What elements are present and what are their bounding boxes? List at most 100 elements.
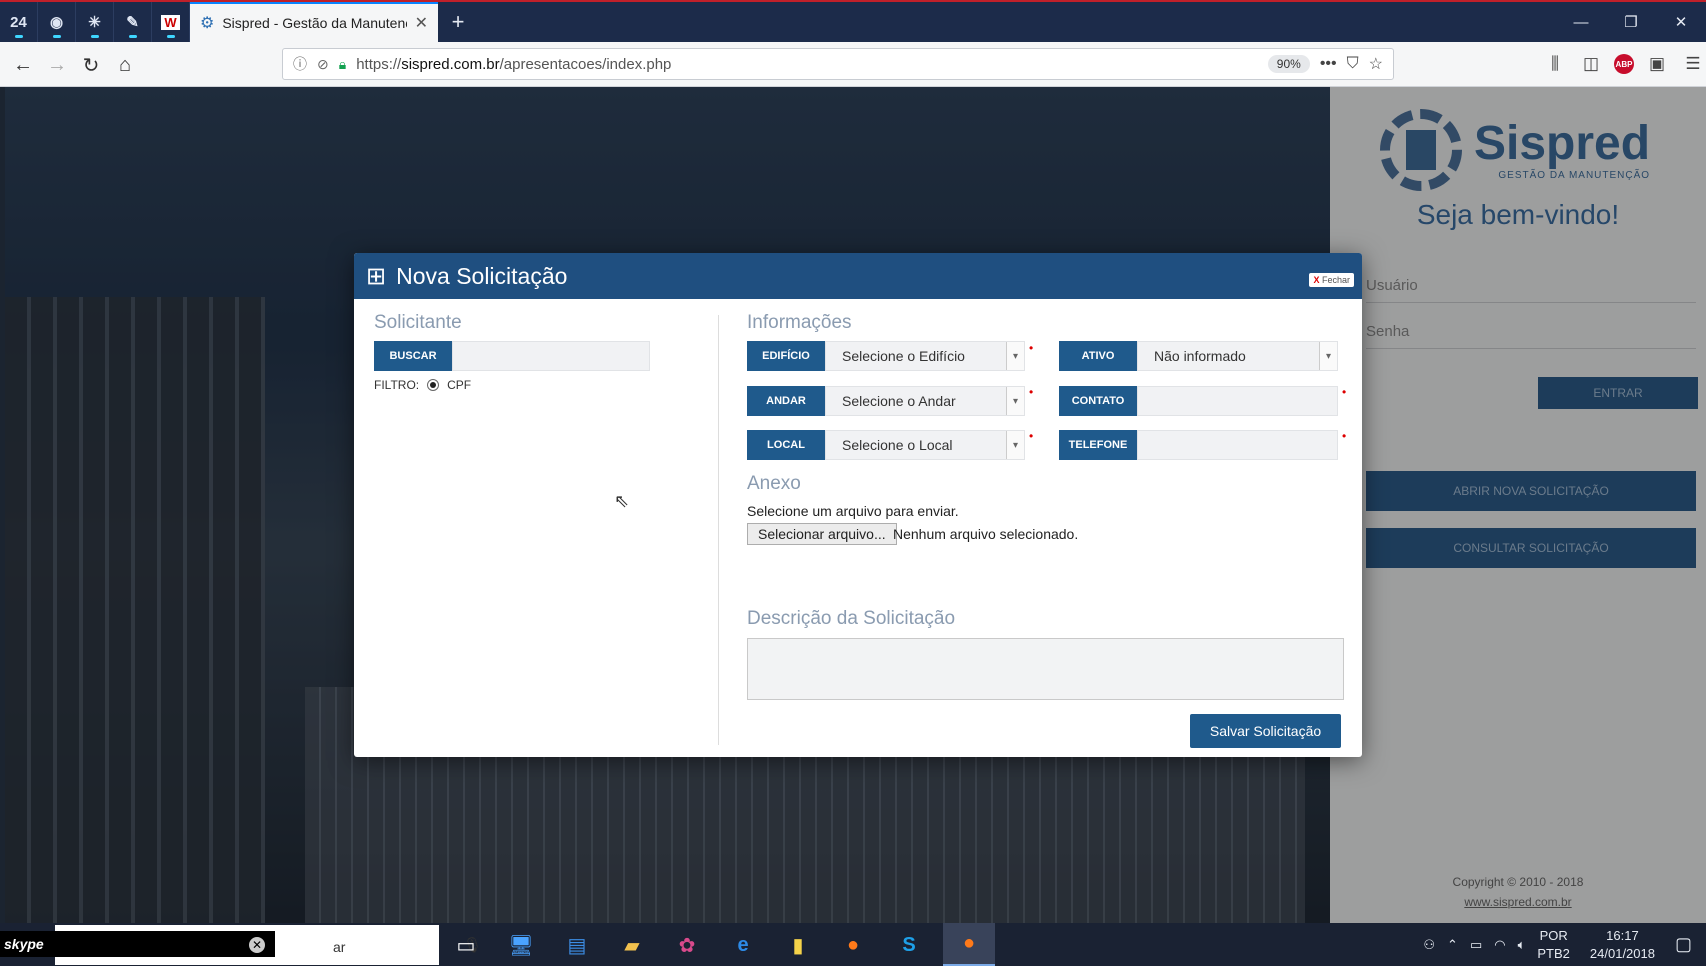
back-icon[interactable]: ← bbox=[8, 50, 38, 80]
file-explorer-icon[interactable]: ▰ bbox=[616, 929, 648, 961]
adblock-icon[interactable]: ABP bbox=[1614, 54, 1634, 74]
store-icon[interactable]: ▤ bbox=[561, 929, 593, 961]
url-domain: sispred.com.br bbox=[401, 55, 500, 73]
language-indicator[interactable]: POR PTB2 bbox=[1537, 927, 1570, 963]
andar-select[interactable]: Selecione o Andar ▾ bbox=[825, 386, 1025, 416]
sticky-notes-icon[interactable]: ▮ bbox=[782, 929, 814, 961]
chevron-up-icon[interactable]: ⌃ bbox=[1447, 937, 1458, 953]
info-icon[interactable]: ⓘ bbox=[293, 54, 307, 74]
edge-icon[interactable]: e bbox=[727, 929, 759, 961]
chevron-down-icon[interactable]: ▾ bbox=[1319, 342, 1337, 370]
close-x-icon: X bbox=[1313, 275, 1320, 285]
close-tab-icon[interactable]: ✕ bbox=[415, 13, 428, 33]
required-marker: • bbox=[1342, 429, 1347, 443]
mouse-cursor-icon: ⇖ bbox=[614, 491, 630, 511]
select-file-button[interactable]: Selecionar arquivo... bbox=[747, 523, 897, 545]
description-textarea[interactable] bbox=[747, 638, 1344, 700]
firefox-active-icon[interactable]: ● bbox=[943, 923, 995, 966]
home-icon[interactable]: ⌂ bbox=[110, 50, 140, 80]
close-window-icon[interactable]: ✕ bbox=[1656, 2, 1706, 42]
library-icon[interactable]: ⫼ bbox=[1542, 50, 1568, 78]
reload-icon[interactable]: ↻ bbox=[76, 50, 106, 80]
filter-row: FILTRO: CPF bbox=[374, 378, 471, 392]
buscar-input[interactable] bbox=[452, 341, 650, 371]
edificio-field: EDIFÍCIO Selecione o Edifício ▾ bbox=[747, 341, 1025, 371]
toolbar-right: ⫼ ◫ ABP ▣ ☰ bbox=[1542, 50, 1706, 78]
windows-taskbar: ar 🎙︎ skype ✕ ▭ 🖥︎ ▤ ▰ ✿ e ▮ ● S ● ⚇ ⌃ ▭… bbox=[0, 923, 1706, 966]
minimize-icon[interactable]: ― bbox=[1556, 2, 1606, 42]
bookmark-star-icon[interactable]: ☆ bbox=[1369, 54, 1383, 74]
pocket-icon[interactable]: ⛉ bbox=[1347, 55, 1359, 73]
new-tab-button[interactable]: + bbox=[438, 2, 478, 42]
telefone-field: TELEFONE bbox=[1059, 430, 1338, 460]
edificio-select[interactable]: Selecione o Edifício ▾ bbox=[825, 341, 1025, 371]
wifi-icon[interactable]: ◠ bbox=[1494, 937, 1505, 953]
paint-icon[interactable]: ✿ bbox=[671, 929, 703, 961]
chevron-down-icon[interactable]: ▾ bbox=[1006, 342, 1024, 370]
close-thumbnail-icon[interactable]: ✕ bbox=[249, 937, 265, 953]
contato-field: CONTATO bbox=[1059, 386, 1338, 416]
lock-icon[interactable]: 🔒︎ bbox=[339, 56, 346, 73]
clock[interactable]: 16:17 24/01/2018 bbox=[1590, 927, 1655, 963]
ativo-select[interactable]: Não informado ▾ bbox=[1137, 341, 1338, 371]
pinned-tab-2[interactable]: ◉ bbox=[38, 2, 76, 42]
anexo-title: Anexo bbox=[747, 473, 801, 494]
people-icon[interactable]: ⚇ bbox=[1423, 937, 1435, 953]
notifications-icon[interactable]: ▢ bbox=[1675, 934, 1692, 955]
url-path: /apresentacoes/index.php bbox=[499, 55, 672, 73]
volume-icon[interactable]: 🔈︎ bbox=[1518, 937, 1526, 953]
pinned-tab-icon: W bbox=[161, 14, 180, 30]
pinned-tab-5[interactable]: W bbox=[152, 2, 190, 42]
cpf-radio[interactable] bbox=[427, 379, 440, 391]
buscar-button[interactable]: BUSCAR bbox=[374, 341, 459, 371]
add-document-icon: ⊞ bbox=[366, 262, 387, 290]
telefone-label: TELEFONE bbox=[1059, 430, 1144, 460]
required-marker: • bbox=[1029, 385, 1034, 399]
task-view-icon[interactable]: ▭ bbox=[450, 929, 482, 961]
menu-icon[interactable]: ☰ bbox=[1680, 50, 1706, 78]
ativo-value: Não informado bbox=[1154, 348, 1246, 364]
layout-code: PTB2 bbox=[1537, 945, 1570, 961]
tracking-icon[interactable]: ⊘ bbox=[317, 56, 329, 73]
andar-field: ANDAR Selecione o Andar ▾ bbox=[747, 386, 1025, 416]
window-controls: ― ❐ ✕ bbox=[1556, 2, 1706, 42]
anexo-instructions: Selecione um arquivo para enviar. bbox=[747, 503, 959, 519]
remote-desktop-icon[interactable]: 🖥︎ bbox=[505, 929, 537, 961]
firefox-icon[interactable]: ● bbox=[837, 929, 869, 961]
pinned-tab-4[interactable]: ✎ bbox=[114, 2, 152, 42]
cpf-option-label: CPF bbox=[447, 378, 472, 392]
sidebar-icon[interactable]: ◫ bbox=[1578, 50, 1604, 78]
chevron-down-icon[interactable]: ▾ bbox=[1006, 431, 1024, 459]
close-button[interactable]: X Fechar bbox=[1309, 273, 1354, 287]
restore-icon[interactable]: ❐ bbox=[1606, 2, 1656, 42]
local-select[interactable]: Selecione o Local ▾ bbox=[825, 430, 1025, 460]
chevron-down-icon[interactable]: ▾ bbox=[1006, 387, 1024, 415]
zoom-indicator[interactable]: 90% bbox=[1267, 55, 1310, 73]
system-tray: ⚇ ⌃ ▭ ◠ 🔈︎ POR PTB2 16:17 24/01/2018 ▢ bbox=[1417, 923, 1706, 966]
contato-label: CONTATO bbox=[1059, 386, 1144, 416]
new-request-modal: ⊞ Nova Solicitação X Fechar Solicitante … bbox=[354, 253, 1362, 757]
active-tab[interactable]: ⚙ Sispred - Gestão da Manutençã ✕ bbox=[190, 2, 438, 42]
extension-icon[interactable]: ▣ bbox=[1644, 50, 1670, 78]
url-bar[interactable]: ⓘ ⊘ 🔒︎ https://sispred.com.br/apresentac… bbox=[282, 48, 1394, 80]
save-request-button[interactable]: Salvar Solicitação bbox=[1190, 714, 1341, 748]
more-actions-icon[interactable]: ••• bbox=[1320, 55, 1337, 73]
contato-input[interactable] bbox=[1137, 386, 1338, 416]
url-text[interactable]: https://sispred.com.br/apresentacoes/ind… bbox=[356, 56, 1258, 73]
pinned-tab-3[interactable]: ✳ bbox=[76, 2, 114, 42]
pinned-tab-1[interactable]: 24 bbox=[0, 2, 38, 42]
solicitante-title: Solicitante bbox=[374, 312, 462, 333]
login-dim-overlay bbox=[1330, 87, 1706, 923]
required-marker: • bbox=[1029, 341, 1034, 355]
battery-icon[interactable]: ▭ bbox=[1470, 937, 1482, 953]
skype-thumbnail[interactable]: skype bbox=[0, 931, 275, 957]
skype-icon[interactable]: S bbox=[893, 929, 925, 961]
local-field: LOCAL Selecione o Local ▾ bbox=[747, 430, 1025, 460]
pinned-tab-icon: ◉ bbox=[49, 14, 64, 31]
filter-label: FILTRO: bbox=[374, 378, 420, 392]
andar-value: Selecione o Andar bbox=[842, 393, 956, 409]
browser-nav-bar: ← → ↻ ⌂ ⓘ ⊘ 🔒︎ https://sispred.com.br/ap… bbox=[0, 42, 1706, 87]
telefone-input[interactable] bbox=[1137, 430, 1338, 460]
edificio-value: Selecione o Edifício bbox=[842, 348, 965, 364]
forward-icon[interactable]: → bbox=[42, 50, 72, 80]
